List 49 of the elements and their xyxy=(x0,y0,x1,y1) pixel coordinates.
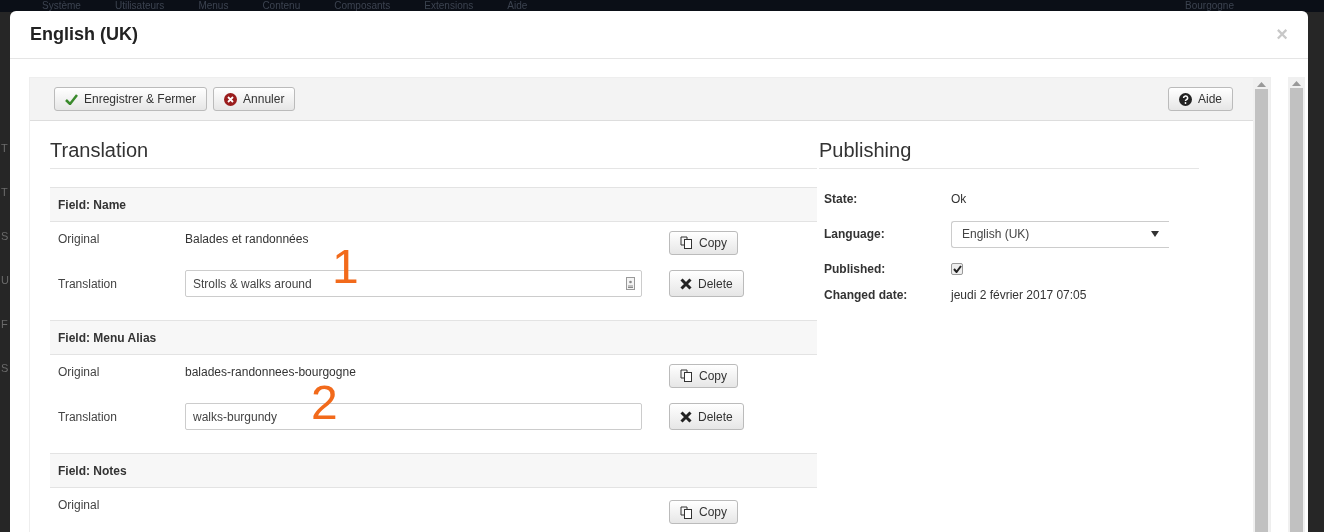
field-label: Original xyxy=(58,231,101,246)
original-text: Balades et randonnées xyxy=(185,232,309,246)
save-close-button[interactable]: Enregistrer & Fermer xyxy=(54,87,208,111)
cancel-button[interactable]: Annuler xyxy=(213,87,296,111)
delete-button[interactable]: Delete xyxy=(669,403,744,430)
scrollbar[interactable] xyxy=(1253,78,1270,532)
copy-icon xyxy=(680,236,693,249)
delete-icon xyxy=(680,277,692,290)
published-checkbox[interactable] xyxy=(951,263,963,275)
delete-button[interactable]: Delete xyxy=(669,270,744,297)
field-label: Translation xyxy=(58,409,118,424)
field-header: Field: Name xyxy=(50,187,817,222)
caret-icon xyxy=(1151,231,1159,237)
field-label: Translation xyxy=(58,276,118,291)
scroll-up-icon[interactable] xyxy=(1292,81,1301,86)
background-label: U xyxy=(1,273,10,288)
help-button[interactable]: Aide xyxy=(1167,87,1233,111)
field-header: Field: Menu Alias xyxy=(50,320,817,355)
changed-date-value: jeudi 2 février 2017 07:05 xyxy=(951,288,1088,302)
published-label: Published: xyxy=(824,261,887,278)
cancel-icon xyxy=(224,92,238,106)
language-label: Language: xyxy=(824,226,886,243)
modal-title: English (UK) xyxy=(30,24,138,45)
section-heading: Translation xyxy=(50,121,817,169)
changed-date-label: Changed date: xyxy=(824,287,909,304)
state-label: State: xyxy=(824,191,859,208)
copy-icon xyxy=(680,369,693,382)
check-icon xyxy=(65,93,78,105)
section-heading: Publishing xyxy=(819,121,1199,169)
background-label: S xyxy=(1,229,10,244)
contact-card-icon xyxy=(626,277,635,290)
field-label: Original xyxy=(58,497,101,512)
background-label: T xyxy=(1,141,9,156)
state-value: Ok xyxy=(951,192,968,206)
language-select[interactable]: English (UK) xyxy=(951,220,1169,248)
copy-button[interactable]: Copy xyxy=(669,363,738,388)
field-header: Field: Notes xyxy=(50,453,817,488)
background-label: S xyxy=(1,361,10,376)
delete-icon xyxy=(680,410,692,423)
copy-icon xyxy=(680,505,693,519)
copy-button[interactable]: Copy xyxy=(669,230,738,255)
copy-button[interactable]: Copy xyxy=(669,500,738,524)
scroll-up-icon[interactable] xyxy=(1257,82,1266,87)
help-icon xyxy=(1178,92,1192,106)
field-label: Original xyxy=(58,364,101,379)
original-text: balades-randonnees-bourgogne xyxy=(185,365,356,379)
background-label: T xyxy=(1,185,9,200)
background-label: F xyxy=(1,317,9,332)
scrollbar[interactable] xyxy=(1288,77,1305,532)
